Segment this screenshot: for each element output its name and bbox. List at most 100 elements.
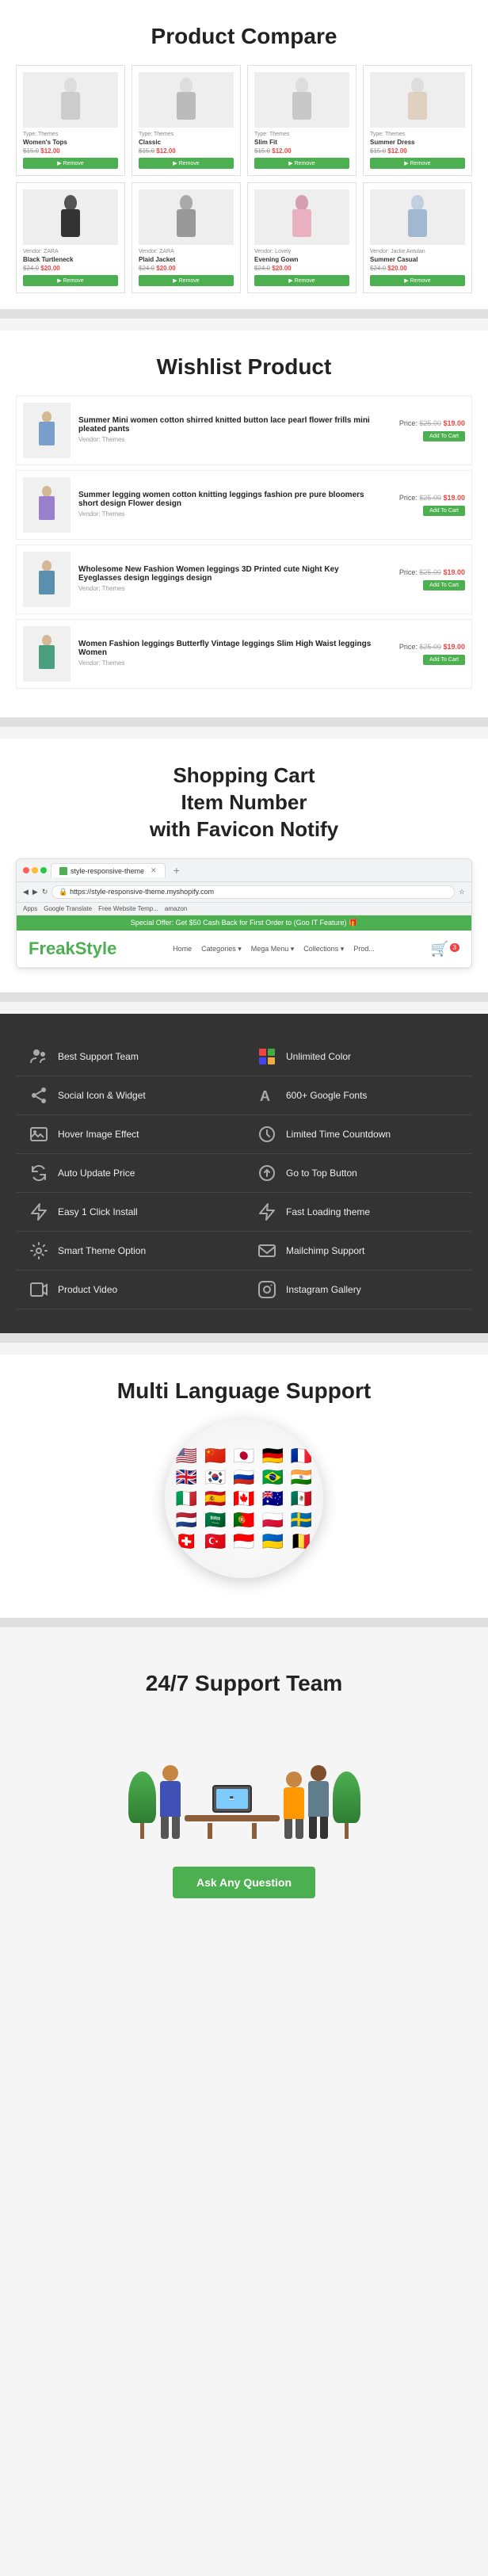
wishlist-price-2: Price: $25.00 $19.00 Add To Cart	[386, 494, 465, 516]
pc3-name: Slim Fit	[254, 139, 349, 146]
flag-globe: 🇺🇸 🇨🇳 🇯🇵 🇩🇪 🇫🇷 🇬🇧 🇰🇷 🇷🇺 🇧🇷 🇮🇳 🇮🇹 🇪🇸 🇨🇦 🇦…	[165, 1420, 323, 1578]
multilang-section: Multi Language Support 🇺🇸 🇨🇳 🇯🇵 🇩🇪 🇫🇷 🇬🇧…	[0, 1355, 488, 1618]
feature-go-to-top: Go to Top Button	[244, 1154, 472, 1193]
hover-image-icon	[28, 1123, 50, 1145]
bookmark-apps[interactable]: Apps	[23, 905, 37, 912]
pc7-name: Evening Gown	[254, 256, 349, 263]
browser-dot-red[interactable]	[23, 867, 29, 873]
browser-dots	[23, 867, 47, 873]
flag-pl: 🇵🇱	[259, 1510, 287, 1531]
bookmark-amazon[interactable]: amazon	[165, 905, 187, 912]
product-card-2: Type: Themes Classic $15.0 $12.00 ▶ Remo…	[132, 65, 241, 176]
refresh-btn[interactable]: ↻	[42, 888, 48, 896]
browser-tab[interactable]: style-responsive-theme ✕	[51, 863, 166, 877]
wishlist-add-btn-3[interactable]: Add To Cart	[423, 580, 465, 590]
wishlist-item-1: Summer Mini women cotton shirred knitted…	[16, 396, 472, 465]
wishlist-section: Wishlist Product Summer Mini women cotto…	[0, 331, 488, 717]
new-tab-btn[interactable]: +	[170, 864, 184, 877]
flag-grid: 🇺🇸 🇨🇳 🇯🇵 🇩🇪 🇫🇷 🇬🇧 🇰🇷 🇷🇺 🇧🇷 🇮🇳 🇮🇹 🇪🇸 🇨🇦 🇦…	[165, 1420, 323, 1578]
flag-sa: 🇸🇦	[201, 1510, 229, 1531]
flag-be: 🇧🇪	[288, 1531, 315, 1552]
pc7-remove-btn[interactable]: ▶ Remove	[254, 275, 349, 286]
wishlist-add-btn-1[interactable]: Add To Cart	[423, 431, 465, 441]
ask-question-button[interactable]: Ask Any Question	[173, 1867, 315, 1898]
flag-cn: 🇨🇳	[201, 1446, 229, 1466]
nav-more[interactable]: Prod...	[353, 945, 375, 954]
wishlist-info-4: Women Fashion leggings Butterfly Vintage…	[71, 640, 386, 669]
wishlist-name-3: Wholesome New Fashion Women leggings 3D …	[78, 565, 378, 583]
product-card-3: Type: Themes Slim Fit $15.0 $12.00 ▶ Rem…	[247, 65, 356, 176]
pc3-price: $15.0 $12.00	[254, 147, 349, 155]
laptop: 💻	[212, 1785, 252, 1813]
feature-instagram-label: Instagram Gallery	[286, 1284, 361, 1295]
auto-update-icon	[28, 1162, 50, 1184]
pc6-price: $24.0 $20.00	[139, 265, 234, 272]
flag-id: 🇮🇩	[230, 1531, 257, 1552]
wishlist-vendor-1: Vendor: Themes	[78, 436, 378, 443]
pc3-remove-btn[interactable]: ▶ Remove	[254, 158, 349, 169]
pc6-remove-btn[interactable]: ▶ Remove	[139, 275, 234, 286]
features-grid: Best Support Team Unlimited Color	[16, 1038, 472, 1309]
multilang-title: Multi Language Support	[16, 1378, 472, 1404]
forward-btn[interactable]: ▶	[32, 888, 38, 896]
pc2-remove-btn[interactable]: ▶ Remove	[139, 158, 234, 169]
pc5-remove-btn[interactable]: ▶ Remove	[23, 275, 118, 286]
product-video-icon	[28, 1278, 50, 1301]
wishlist-price-4: Price: $25.00 $19.00 Add To Cart	[386, 643, 465, 665]
feature-easy-install-label: Easy 1 Click Install	[58, 1206, 138, 1217]
support-title: 24/7 Support Team	[16, 1671, 472, 1696]
nav-mega-menu[interactable]: Mega Menu ▾	[251, 945, 295, 954]
wishlist-img-3	[23, 552, 71, 607]
browser-url-bar: ◀ ▶ ↻ 🔒 https://style-responsive-theme.m…	[17, 882, 471, 903]
pc7-price: $24.0 $20.00	[254, 265, 349, 272]
browser-tab-label: style-responsive-theme	[71, 867, 144, 875]
wishlist-item-3: Wholesome New Fashion Women leggings 3D …	[16, 545, 472, 614]
feature-google-fonts: A 600+ Google Fonts	[244, 1076, 472, 1115]
back-btn[interactable]: ◀	[23, 888, 29, 896]
pc8-label: Vendor: Jacke Antulan	[370, 249, 465, 254]
feature-smart-theme-label: Smart Theme Option	[58, 1245, 146, 1256]
pc5-name: Black Turtleneck	[23, 256, 118, 263]
go-to-top-icon	[256, 1162, 278, 1184]
wishlist-img-4	[23, 626, 71, 682]
easy-install-icon	[28, 1201, 50, 1223]
product-card-5: Vendor: ZARA Black Turtleneck $24.0 $20.…	[16, 182, 125, 293]
feature-mailchimp-label: Mailchimp Support	[286, 1245, 364, 1256]
wishlist-add-btn-4[interactable]: Add To Cart	[423, 655, 465, 665]
feature-product-video: Product Video	[16, 1271, 244, 1309]
feature-best-support-label: Best Support Team	[58, 1051, 139, 1062]
divider-2	[0, 717, 488, 727]
product-card-8: Vendor: Jacke Antulan Summer Casual $24.…	[363, 182, 472, 293]
browser-dot-yellow[interactable]	[32, 867, 38, 873]
person-1	[160, 1765, 181, 1839]
flag-br: 🇧🇷	[259, 1467, 287, 1488]
pc4-remove-btn[interactable]: ▶ Remove	[370, 158, 465, 169]
pc1-remove-btn[interactable]: ▶ Remove	[23, 158, 118, 169]
wishlist-add-btn-2[interactable]: Add To Cart	[423, 506, 465, 516]
google-fonts-icon: A	[256, 1084, 278, 1106]
wishlist-price-3: Price: $25.00 $19.00 Add To Cart	[386, 568, 465, 590]
tab-close-icon[interactable]: ✕	[151, 866, 157, 875]
url-input[interactable]: 🔒 https://style-responsive-theme.myshopi…	[51, 885, 455, 899]
bookmark-free-website[interactable]: Free Website Temp...	[98, 905, 158, 912]
feature-unlimited-color: Unlimited Color	[244, 1038, 472, 1076]
bookmarks-bar: Apps Google Translate Free Website Temp.…	[17, 903, 471, 915]
bookmark-star[interactable]: ☆	[459, 888, 465, 896]
pc8-remove-btn[interactable]: ▶ Remove	[370, 275, 465, 286]
wishlist-info-3: Wholesome New Fashion Women leggings 3D …	[71, 565, 386, 594]
feature-countdown-label: Limited Time Countdown	[286, 1129, 391, 1140]
nav-home[interactable]: Home	[173, 945, 192, 954]
browser-dot-green[interactable]	[40, 867, 47, 873]
nav-categories[interactable]: Categories ▾	[201, 945, 242, 954]
feature-best-support: Best Support Team	[16, 1038, 244, 1076]
flag-se: 🇸🇪	[288, 1510, 315, 1531]
cart-icon[interactable]: 🛒	[431, 941, 448, 957]
pc4-label: Type: Themes	[370, 132, 465, 137]
feature-fast-loading: Fast Loading theme	[244, 1193, 472, 1232]
countdown-icon	[256, 1123, 278, 1145]
nav-collections[interactable]: Collections ▾	[303, 945, 344, 954]
desk-area: 💻	[185, 1785, 280, 1839]
bookmark-google-translate[interactable]: Google Translate	[44, 905, 92, 912]
wishlist-item-2: Summer legging women cotton knitting leg…	[16, 470, 472, 540]
wishlist-vendor-3: Vendor: Themes	[78, 585, 378, 592]
